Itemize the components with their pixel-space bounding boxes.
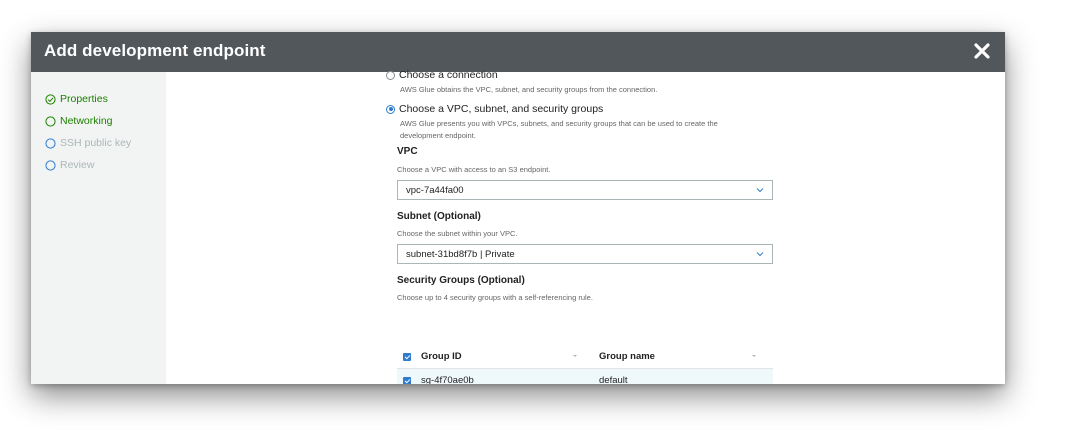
group-name-cell: default (599, 375, 628, 384)
vpc-label: VPC (397, 146, 418, 157)
option-connection[interactable]: Choose a connection (386, 69, 498, 81)
table-header-row: Group ID Group name (397, 345, 773, 369)
networking-panel: Choose a connection AWS Glue obtains the… (166, 69, 1005, 384)
security-groups-table: Group ID Group name sg-4f70ae0b default (397, 345, 773, 384)
option-label: Choose a VPC, subnet, and security group… (399, 103, 604, 115)
radio-button-selected[interactable] (386, 104, 395, 114)
subnet-select[interactable]: subnet-31bd8f7b | Private (397, 244, 773, 264)
close-icon (974, 43, 990, 59)
security-groups-label: Security Groups (Optional) (397, 275, 525, 286)
step-label: Networking (60, 115, 113, 127)
vpc-select[interactable]: vpc-7a44fa00 (397, 180, 773, 200)
chevron-down-icon (756, 252, 764, 257)
column-header-group-name[interactable]: Group name (599, 351, 655, 362)
vpc-hint: Choose a VPC with access to an S3 endpoi… (397, 165, 551, 174)
check-circle-icon (45, 93, 56, 105)
step-review: Review (45, 157, 94, 173)
option-label: Choose a connection (399, 69, 498, 81)
vpc-value: vpc-7a44fa00 (406, 184, 464, 196)
circle-icon (45, 115, 56, 127)
sort-caret-icon[interactable] (572, 353, 578, 359)
step-properties[interactable]: Properties (45, 91, 108, 107)
option-description: AWS Glue presents you with VPCs, subnets… (400, 119, 718, 140)
subnet-value: subnet-31bd8f7b | Private (406, 248, 515, 260)
subnet-hint: Choose the subnet within your VPC. (397, 229, 518, 238)
dialog-title: Add development endpoint (44, 41, 266, 60)
circle-icon (45, 159, 56, 171)
option-vpc-subnet-sg[interactable]: Choose a VPC, subnet, and security group… (386, 103, 603, 115)
step-label: Review (60, 159, 95, 171)
add-endpoint-dialog: Add development endpoint Properties Netw… (31, 32, 1005, 384)
circle-icon (45, 137, 56, 149)
close-button[interactable] (973, 42, 991, 60)
chevron-down-icon (756, 188, 764, 193)
step-label: SSH public key (60, 137, 132, 149)
table-row[interactable]: sg-4f70ae0b default (397, 369, 773, 384)
subnet-label: Subnet (Optional) (397, 211, 481, 222)
select-all-checkbox[interactable] (403, 353, 411, 361)
security-groups-hint: Choose up to 4 security groups with a se… (397, 293, 593, 302)
row-checkbox[interactable] (403, 377, 411, 384)
step-ssh-public-key: SSH public key (45, 135, 131, 151)
wizard-steps: Properties Networking SSH public key Rev… (31, 72, 166, 384)
column-header-group-id[interactable]: Group ID (421, 351, 462, 362)
group-id-cell: sg-4f70ae0b (421, 375, 474, 384)
dialog-header: Add development endpoint (31, 32, 1005, 72)
radio-button[interactable] (386, 70, 395, 80)
option-description: AWS Glue obtains the VPC, subnet, and se… (400, 85, 658, 94)
step-networking[interactable]: Networking (45, 113, 113, 129)
step-label: Properties (60, 93, 108, 105)
sort-caret-icon[interactable] (751, 353, 757, 359)
